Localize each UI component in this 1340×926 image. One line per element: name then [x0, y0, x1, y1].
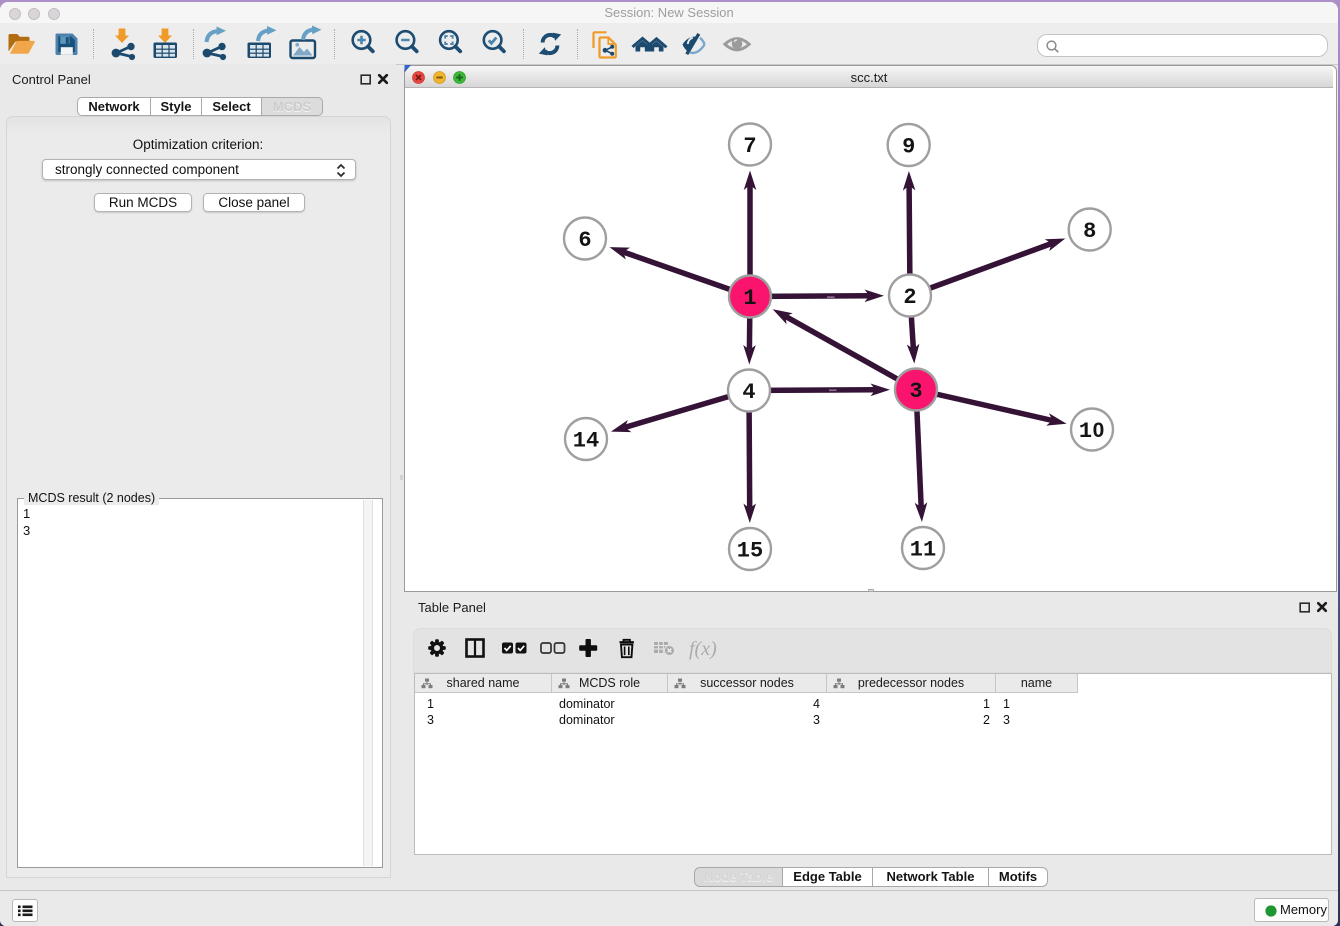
svg-text:1: 1 — [743, 286, 756, 311]
svg-text:0: 0 — [1093, 419, 1105, 442]
svg-text:3: 3 — [909, 379, 922, 404]
svg-text:8: 8 — [1083, 219, 1096, 244]
svg-text:15: 15 — [737, 539, 763, 564]
svg-text:14: 14 — [573, 429, 599, 454]
svg-text:1: 1 — [1079, 419, 1092, 444]
svg-text:f(x): f(x) — [689, 638, 717, 660]
svg-text:11: 11 — [910, 538, 936, 563]
svg-text:9: 9 — [902, 135, 915, 160]
svg-text:2: 2 — [903, 285, 916, 310]
svg-text:4: 4 — [742, 380, 755, 405]
svg-text:6: 6 — [578, 228, 591, 253]
svg-text:7: 7 — [743, 134, 756, 159]
